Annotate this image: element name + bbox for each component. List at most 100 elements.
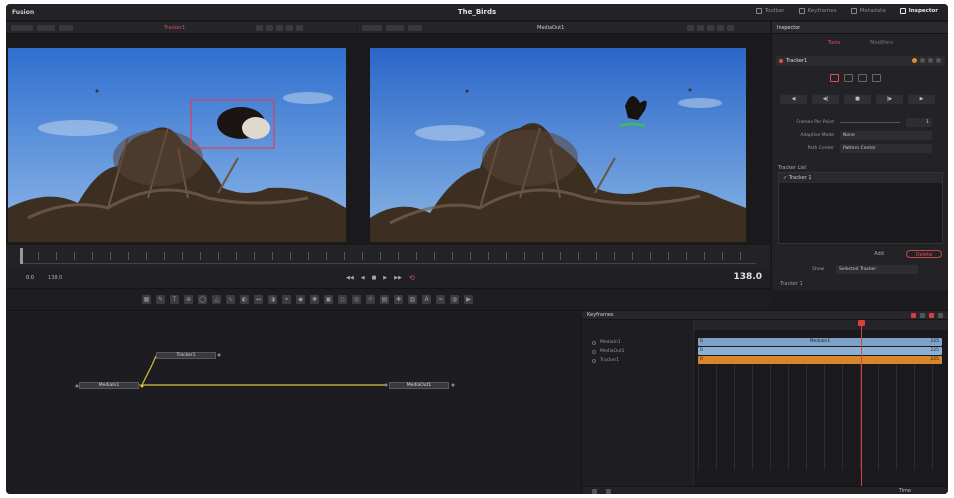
camera-tool-icon[interactable]: ◎	[352, 295, 361, 304]
tab-metadata[interactable]: Metadata	[850, 8, 886, 14]
transform-tool-icon[interactable]: ↔	[254, 295, 263, 304]
zoom-in-icon[interactable]	[920, 313, 925, 318]
tracker-node[interactable]: Tracker1	[156, 352, 216, 359]
show-select[interactable]: Selected Tracker	[836, 265, 918, 274]
more-icon[interactable]	[296, 25, 303, 31]
tracker-tool-icon[interactable]: ⌖	[282, 295, 291, 304]
frames-per-point-value[interactable]: 1	[906, 118, 932, 127]
node-editor[interactable]: Tracker1 MediaIn1 MediaOut1	[6, 310, 580, 494]
channel-dropdown[interactable]	[408, 25, 422, 31]
zoom-dropdown[interactable]	[11, 25, 33, 31]
text3d-tool-icon[interactable]: A	[422, 295, 431, 304]
list-item[interactable]: MediaIn1	[592, 340, 621, 345]
ssao-tool-icon[interactable]: ◍	[450, 295, 459, 304]
reset-icon[interactable]	[920, 58, 925, 63]
roi-icon[interactable]	[256, 25, 263, 31]
render-tool-icon[interactable]: ▤	[380, 295, 389, 304]
lut-icon[interactable]	[697, 25, 704, 31]
light-tool-icon[interactable]: ☼	[366, 295, 375, 304]
guides-icon[interactable]	[707, 25, 714, 31]
pin-icon[interactable]	[936, 58, 941, 63]
text-tool-icon[interactable]: T	[170, 295, 179, 304]
color-tool-icon[interactable]: ◑	[268, 295, 277, 304]
node-header[interactable]: Tracker1	[776, 56, 945, 66]
view-dropdown[interactable]	[37, 25, 55, 31]
delete-tracker-button[interactable]: Delete	[906, 250, 942, 258]
time-mode[interactable]: Time	[899, 488, 911, 494]
list-icon[interactable]	[606, 489, 611, 494]
visibility-icon[interactable]	[592, 340, 596, 345]
stereo-icon[interactable]	[717, 25, 724, 31]
shape-tool-icon[interactable]: ◇	[338, 295, 347, 304]
trackers-tab-icon[interactable]	[830, 74, 839, 82]
path-center-select[interactable]: Pattern Center	[840, 144, 932, 153]
merge3d-tool-icon[interactable]: ✚	[394, 295, 403, 304]
add-tracker-button[interactable]: Add	[868, 250, 890, 258]
polygon-tool-icon[interactable]: △	[212, 295, 221, 304]
frames-per-point-slider[interactable]	[840, 122, 900, 123]
lock-icon[interactable]	[912, 58, 917, 63]
tab-inspector[interactable]: Inspector	[899, 8, 938, 14]
mediaout-bar[interactable]: 0 225	[698, 347, 942, 355]
paint-tool-icon[interactable]: ✎	[156, 295, 165, 304]
play-button[interactable]: ▶	[383, 275, 387, 281]
view-dropdown[interactable]	[386, 25, 404, 31]
snap-icon[interactable]	[929, 313, 934, 318]
lut-icon[interactable]	[266, 25, 273, 31]
tab-toolbar[interactable]: Toolbar	[755, 8, 785, 14]
frame-counter[interactable]: 138.0	[734, 272, 762, 282]
track-reverse-current-button[interactable]: ◀|	[812, 95, 839, 104]
channel-dropdown[interactable]	[59, 25, 73, 31]
loop-icon[interactable]: ⟲	[409, 274, 415, 282]
adaptive-mode-select[interactable]: None	[840, 131, 932, 140]
out-point[interactable]: 138.0	[48, 275, 62, 281]
stop-tracking-button[interactable]: ■	[844, 95, 871, 104]
tab-tools[interactable]: Tools	[828, 40, 840, 46]
filter-icon[interactable]	[592, 489, 597, 494]
tab-keyframes[interactable]: Keyframes	[798, 8, 837, 14]
media-out-node[interactable]: MediaOut1	[389, 382, 449, 389]
keyer-tool-icon[interactable]: ◆	[296, 295, 305, 304]
tab-modifiers[interactable]: Modifiers	[870, 40, 893, 46]
jump-end-button[interactable]: ▶▶	[394, 275, 402, 281]
settings-tab-icon[interactable]	[872, 74, 881, 82]
playhead-handle[interactable]	[858, 320, 865, 326]
stop-button[interactable]: ■	[372, 275, 377, 281]
guides-icon[interactable]	[276, 25, 283, 31]
tracker-bar[interactable]: 0 225	[698, 356, 942, 364]
list-item[interactable]: Tracker1	[592, 358, 619, 363]
zoom-fit-icon[interactable]	[911, 313, 916, 318]
keyframe-playhead[interactable]	[861, 320, 862, 486]
media-in-node[interactable]: MediaIn1	[79, 382, 139, 389]
image-tool-icon[interactable]: ▧	[408, 295, 417, 304]
version-icon[interactable]	[928, 58, 933, 63]
playhead[interactable]	[20, 248, 23, 264]
list-item[interactable]: ✓ Tracker 1	[779, 173, 942, 183]
in-point[interactable]: 0.0	[26, 275, 34, 281]
blur-tool-icon[interactable]: ◐	[240, 295, 249, 304]
right-viewer-image[interactable]	[370, 48, 746, 242]
output-tool-icon[interactable]: ▶	[464, 295, 473, 304]
operation-tab-icon[interactable]	[844, 74, 853, 82]
display-tab-icon[interactable]	[858, 74, 867, 82]
background-tool-icon[interactable]: ▦	[142, 295, 151, 304]
bspline-tool-icon[interactable]: ∿	[226, 295, 235, 304]
step-back-button[interactable]: ◀	[361, 275, 365, 281]
keyframe-ruler[interactable]	[694, 320, 948, 330]
jump-start-button[interactable]: ◀◀	[346, 275, 354, 281]
zoom-dropdown[interactable]	[362, 25, 382, 31]
3d-tool-icon[interactable]: ▣	[324, 295, 333, 304]
fog-tool-icon[interactable]: ≈	[436, 295, 445, 304]
mask-tool-icon[interactable]: ◯	[198, 295, 207, 304]
merge-tool-icon[interactable]: ⊕	[184, 295, 193, 304]
more-icon[interactable]	[727, 25, 734, 31]
visibility-icon[interactable]	[592, 349, 596, 354]
particle-tool-icon[interactable]: ✺	[310, 295, 319, 304]
roi-icon[interactable]	[687, 25, 694, 31]
track-reverse-button[interactable]: ◀	[780, 95, 807, 104]
time-ruler[interactable]	[6, 245, 770, 267]
keyframe-timeline[interactable]: 0 MediaIn1 225 0 225 0 225	[693, 320, 948, 486]
visibility-icon[interactable]	[592, 358, 596, 363]
track-forward-button[interactable]: ▶	[908, 95, 935, 104]
left-viewer-image[interactable]	[8, 48, 346, 242]
